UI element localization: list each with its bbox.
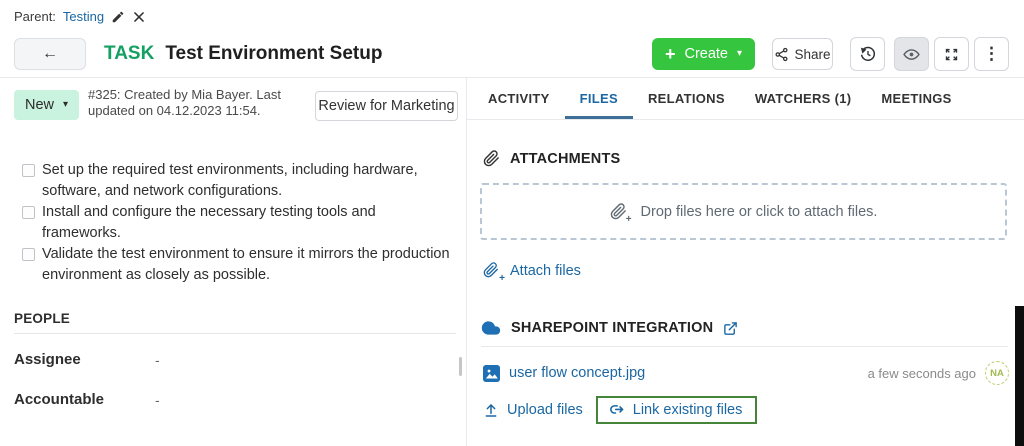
- external-link-icon[interactable]: [723, 321, 738, 336]
- more-actions-button[interactable]: ⋮: [974, 37, 1009, 71]
- eye-icon: [903, 46, 920, 63]
- status-dropdown[interactable]: New ▾: [14, 90, 79, 120]
- parent-label: Parent:: [14, 9, 56, 24]
- history-icon: [859, 45, 877, 63]
- fullscreen-button[interactable]: [934, 37, 969, 71]
- accountable-value[interactable]: -: [155, 392, 160, 408]
- left-panel-scrollbar-thumb[interactable]: [459, 357, 462, 376]
- file-name-link[interactable]: user flow concept.jpg: [509, 365, 645, 381]
- file-actions-row: Upload files Link existing files: [483, 396, 757, 424]
- assignee-value[interactable]: -: [155, 352, 160, 368]
- cloud-icon: [481, 318, 501, 338]
- upload-files-label: Upload files: [507, 402, 583, 418]
- people-divider: [14, 333, 456, 334]
- attachments-heading: ATTACHMENTS: [483, 150, 620, 167]
- activity-history-button[interactable]: [850, 37, 885, 71]
- plus-icon: +: [665, 45, 676, 63]
- remove-parent-icon[interactable]: [132, 10, 146, 24]
- detail-tabs: ACTIVITY FILES RELATIONS WATCHERS (1) ME…: [467, 78, 1024, 120]
- tab-relations[interactable]: RELATIONS: [633, 78, 740, 119]
- checklist-item-text: Install and configure the necessary test…: [42, 202, 458, 244]
- parent-link[interactable]: Testing: [63, 9, 104, 24]
- tab-files[interactable]: FILES: [565, 78, 633, 119]
- paperclip-plus-icon: +: [610, 203, 628, 221]
- accountable-label: Accountable: [14, 391, 104, 408]
- upload-icon: [483, 402, 499, 418]
- link-existing-files-button[interactable]: Link existing files: [608, 402, 743, 419]
- parent-bar: Parent: Testing: [14, 9, 146, 24]
- link-existing-files-label: Link existing files: [633, 402, 743, 418]
- tab-watchers[interactable]: WATCHERS (1): [740, 78, 867, 119]
- page-scrollbar-thumb[interactable]: [1015, 306, 1024, 446]
- checklist-item-text: Validate the test environment to ensure …: [42, 244, 458, 286]
- kebab-menu-icon: ⋮: [983, 44, 1000, 64]
- status-label: New: [25, 97, 54, 113]
- dropzone-text: Drop files here or click to attach files…: [641, 204, 878, 220]
- linked-file-row: user flow concept.jpg a few seconds ago …: [483, 360, 1009, 386]
- share-button[interactable]: Share: [772, 38, 833, 70]
- upload-files-button[interactable]: Upload files: [483, 402, 583, 418]
- edit-parent-icon[interactable]: [111, 10, 125, 24]
- attachments-heading-label: ATTACHMENTS: [510, 151, 620, 167]
- page-title: Test Environment Setup: [165, 43, 382, 65]
- back-button[interactable]: ←: [14, 38, 86, 70]
- avatar: NA: [985, 361, 1009, 385]
- share-button-label: Share: [794, 47, 830, 62]
- list-item: Set up the required test environments, i…: [22, 160, 458, 202]
- create-button[interactable]: + Create ▾: [652, 38, 755, 70]
- checkbox-unchecked[interactable]: [22, 248, 35, 261]
- link-existing-files-highlight: Link existing files: [596, 396, 758, 424]
- panel-divider: [466, 78, 467, 446]
- list-item: Install and configure the necessary test…: [22, 202, 458, 244]
- create-button-label: Create: [684, 46, 728, 62]
- file-dropzone[interactable]: + Drop files here or click to attach fil…: [480, 183, 1007, 240]
- expand-icon: [944, 47, 959, 62]
- link-file-icon: [608, 402, 625, 419]
- checkbox-unchecked[interactable]: [22, 164, 35, 177]
- review-for-marketing-button[interactable]: Review for Marketing: [315, 91, 458, 121]
- image-file-icon: [483, 365, 500, 382]
- watch-button[interactable]: [894, 37, 929, 71]
- paperclip-plus-icon: +: [483, 262, 501, 280]
- work-package-title: TASK Test Environment Setup: [104, 43, 382, 65]
- list-item: Validate the test environment to ensure …: [22, 244, 458, 286]
- checkbox-unchecked[interactable]: [22, 206, 35, 219]
- chevron-down-icon: ▾: [63, 100, 68, 110]
- sharepoint-divider: [481, 346, 1008, 347]
- people-section-heading: PEOPLE: [14, 311, 70, 326]
- work-package-meta: #325: Created by Mia Bayer. Last updated…: [88, 87, 322, 119]
- file-timestamp: a few seconds ago: [868, 366, 976, 381]
- chevron-down-icon: ▾: [737, 49, 742, 59]
- attach-files-label: Attach files: [510, 263, 581, 279]
- description-checklist: Set up the required test environments, i…: [22, 160, 458, 286]
- sharepoint-heading-label: SHAREPOINT INTEGRATION: [511, 320, 713, 336]
- attach-files-link[interactable]: + Attach files: [483, 262, 581, 280]
- work-package-type[interactable]: TASK: [104, 43, 154, 65]
- checklist-item-text: Set up the required test environments, i…: [42, 160, 458, 202]
- tab-meetings[interactable]: MEETINGS: [866, 78, 966, 119]
- tab-activity[interactable]: ACTIVITY: [473, 78, 565, 119]
- assignee-label: Assignee: [14, 351, 81, 368]
- back-arrow-icon: ←: [42, 45, 58, 63]
- share-icon: [774, 47, 789, 62]
- paperclip-icon: [483, 150, 500, 167]
- sharepoint-heading: SHAREPOINT INTEGRATION: [481, 318, 738, 338]
